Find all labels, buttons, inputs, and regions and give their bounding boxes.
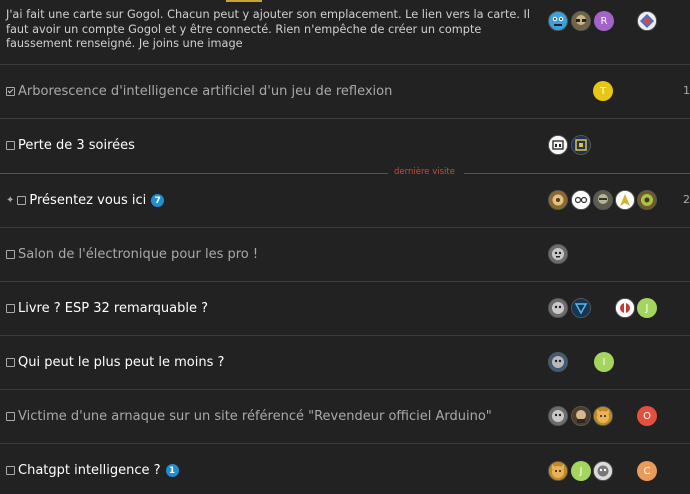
poster-avatar-letter[interactable]: O [637, 406, 657, 426]
poster-avatar-letter[interactable]: T [593, 81, 613, 101]
poster-avatar[interactable] [548, 244, 568, 264]
poster-avatar-letter[interactable]: R [594, 11, 614, 31]
topic-row[interactable]: Livre ? ESP 32 remarquable ? J [0, 282, 690, 336]
poster-avatar[interactable] [548, 406, 568, 426]
topic-title-link[interactable]: Qui peut le plus peut le moins ? [18, 355, 224, 370]
topic-row[interactable]: Perte de 3 soirées [0, 119, 690, 173]
pin-icon: ✦ [6, 195, 15, 206]
reply-count: 2 [683, 193, 690, 206]
poster-avatar-letter[interactable]: J [571, 461, 591, 481]
topic-title-link[interactable]: Salon de l'électronique pour les pro ! [18, 247, 258, 262]
topic-list: J'ai fait une carte sur Gogol. Chacun pe… [0, 0, 690, 494]
poster-avatar[interactable] [548, 298, 568, 318]
topic-row[interactable]: Qui peut le plus peut le moins ? I [0, 336, 690, 390]
reply-count: 1 [683, 84, 690, 97]
poster-avatar-letter[interactable]: C [637, 461, 657, 481]
poster-avatar[interactable] [571, 135, 591, 155]
checkbox-icon [6, 466, 15, 475]
poster-avatar[interactable] [548, 461, 568, 481]
topic-row[interactable]: J'ai fait une carte sur Gogol. Chacun pe… [0, 0, 690, 65]
topic-title-link[interactable]: Chatgpt intelligence ? [18, 463, 161, 478]
checkbox-icon [6, 304, 15, 313]
topic-row[interactable]: Victime d'une arnaque sur un site référe… [0, 390, 690, 444]
poster-avatar[interactable] [571, 11, 591, 31]
checkbox-icon [6, 412, 15, 421]
highlight-bar [226, 0, 262, 2]
topic-title-link[interactable]: Présentez vous ici [29, 193, 146, 208]
topic-row[interactable]: ✦ Présentez vous ici 7 2 [0, 174, 690, 228]
poster-avatar[interactable] [571, 298, 591, 318]
topic-row[interactable]: Salon de l'électronique pour les pro ! [0, 228, 690, 282]
poster-avatar[interactable] [571, 190, 591, 210]
checkbox-icon [6, 358, 15, 367]
poster-avatar[interactable] [637, 190, 657, 210]
poster-avatar[interactable] [637, 11, 657, 31]
poster-avatar-letter[interactable]: J [637, 298, 657, 318]
poster-avatar[interactable] [548, 190, 568, 210]
topic-title-link[interactable]: Victime d'une arnaque sur un site référe… [18, 409, 492, 424]
checkbox-icon [6, 250, 15, 259]
poster-avatar[interactable] [548, 135, 568, 155]
poster-avatar-letter[interactable]: I [594, 352, 614, 372]
topic-title-link[interactable]: Perte de 3 soirées [18, 138, 135, 153]
solved-checkbox-icon [6, 87, 15, 96]
topic-excerpt[interactable]: J'ai fait une carte sur Gogol. Chacun pe… [6, 8, 536, 52]
checkbox-icon [17, 196, 27, 205]
checkbox-icon [6, 141, 15, 150]
poster-avatar[interactable] [593, 461, 613, 481]
poster-avatar[interactable] [615, 298, 635, 318]
topic-title-link[interactable]: Livre ? ESP 32 remarquable ? [18, 301, 208, 316]
poster-avatar[interactable] [548, 11, 568, 31]
new-posts-badge[interactable]: 7 [151, 194, 165, 207]
poster-avatar[interactable] [615, 190, 635, 210]
poster-avatar[interactable] [593, 406, 613, 426]
poster-avatar[interactable] [593, 190, 613, 210]
poster-avatar[interactable] [571, 406, 591, 426]
new-posts-badge[interactable]: 1 [165, 464, 179, 477]
poster-avatar[interactable] [548, 352, 568, 372]
topic-title-link[interactable]: Arborescence d'intelligence artificiel d… [18, 84, 392, 99]
topic-row[interactable]: Chatgpt intelligence ? 1 J C [0, 444, 690, 494]
topic-row[interactable]: Arborescence d'intelligence artificiel d… [0, 65, 690, 119]
